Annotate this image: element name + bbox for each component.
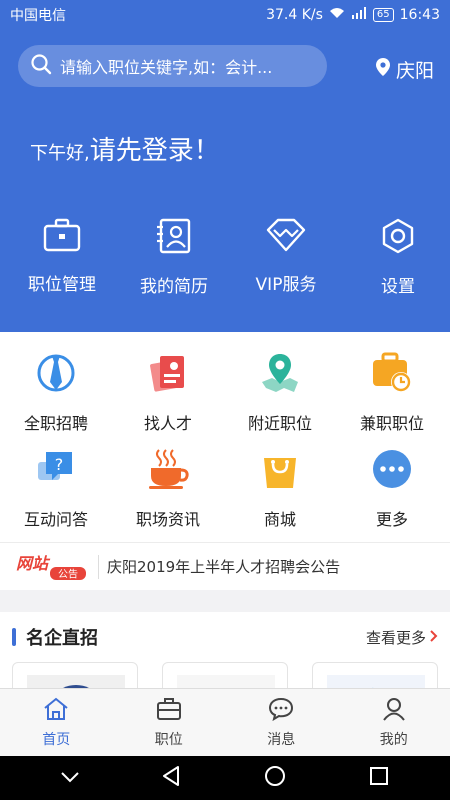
- diamond-icon: [266, 218, 306, 256]
- notice-tag-bottom: 公告: [58, 567, 78, 580]
- notice-divider: [98, 554, 99, 579]
- header-hero: 请输入职位关键字,如：会计... 庆阳 下午好, 请先登录！ 职位管理 我的简历: [0, 30, 450, 332]
- company-card[interactable]: [12, 662, 138, 688]
- chat-icon: [268, 697, 294, 725]
- map-pin-icon: [258, 352, 302, 398]
- tie-icon: [36, 352, 76, 398]
- qa-icon: ?: [36, 448, 76, 494]
- fulltime-jobs-button[interactable]: 全职招聘: [0, 352, 112, 434]
- tab-profile-label: 我的: [379, 732, 408, 748]
- bottom-tab-bar: 首页 职位 消息 我的: [0, 688, 450, 756]
- greeting-message: 请先登录！: [89, 136, 220, 166]
- vip-service-button[interactable]: VIP服务: [234, 218, 338, 297]
- my-resume-label: 我的简历: [140, 277, 208, 297]
- career-news-label: 职场资讯: [135, 510, 200, 529]
- carrier-label: 中国电信: [10, 8, 66, 24]
- clock: 16:43: [399, 7, 440, 23]
- find-talent-label: 找人才: [143, 414, 192, 433]
- recent-apps-icon[interactable]: [369, 766, 389, 790]
- more-icon: [371, 448, 413, 494]
- signal-icon: [351, 7, 367, 23]
- site-notice-badge: 网站 公告: [14, 553, 90, 581]
- resume-icon: [155, 218, 193, 258]
- status-bar: 中国电信 37.4 K/s 65 16:43: [0, 0, 450, 30]
- location-pin-icon: [375, 58, 390, 81]
- briefcase-icon: [156, 697, 182, 725]
- home-button-icon[interactable]: [264, 765, 286, 791]
- announcement-bar[interactable]: 网站 公告 庆阳2019年上半年人才招聘会公告: [0, 542, 450, 590]
- company-logo: [27, 675, 125, 688]
- nearby-jobs-label: 附近职位: [247, 414, 312, 433]
- section-accent-bar: [12, 628, 16, 646]
- person-icon: [381, 697, 407, 725]
- part-time-icon: [371, 352, 413, 398]
- tab-messages-label: 消息: [267, 732, 296, 748]
- company-card[interactable]: [312, 662, 438, 688]
- job-management-label: 职位管理: [28, 275, 96, 295]
- more-button[interactable]: 更多: [336, 448, 448, 530]
- nearby-jobs-button[interactable]: 附近职位: [224, 352, 336, 434]
- find-talent-button[interactable]: 找人才: [112, 352, 224, 434]
- company-logo: [177, 675, 275, 688]
- notice-text[interactable]: 庆阳2019年上半年人才招聘会公告: [107, 556, 340, 577]
- tab-profile[interactable]: 我的: [338, 689, 450, 756]
- more-label: 更多: [375, 510, 408, 529]
- companies-header: 名企直招 查看更多: [0, 612, 450, 662]
- network-speed: 37.4 K/s: [266, 7, 323, 23]
- notice-tag-top: 网站: [16, 554, 51, 573]
- feature-row-1: 全职招聘 找人才 附近职位 兼职职位: [0, 352, 450, 434]
- svg-text:?: ?: [55, 455, 64, 474]
- tab-jobs-label: 职位: [154, 732, 183, 748]
- job-management-button[interactable]: 职位管理: [10, 218, 114, 297]
- city-label: 庆阳: [395, 60, 434, 82]
- company-cards: [0, 662, 450, 688]
- tab-home[interactable]: 首页: [0, 689, 113, 756]
- greeting-prefix: 下午好,: [30, 143, 90, 164]
- fulltime-jobs-label: 全职招聘: [23, 414, 88, 433]
- view-more-label: 查看更多: [365, 628, 426, 647]
- view-more-link[interactable]: 查看更多: [366, 627, 438, 648]
- settings-label: 设置: [381, 277, 415, 297]
- tab-home-label: 首页: [42, 732, 71, 748]
- search-placeholder: 请输入职位关键字,如：会计...: [60, 58, 273, 77]
- company-card[interactable]: [162, 662, 288, 688]
- wifi-icon: [329, 7, 345, 23]
- feature-row-2: ? 互动问答 职场资讯 商城 更多: [0, 448, 450, 530]
- featured-companies-section: 名企直招 查看更多: [0, 612, 450, 688]
- my-resume-button[interactable]: 我的简历: [122, 218, 226, 297]
- login-greeting[interactable]: 下午好, 请先登录！: [30, 130, 220, 167]
- qa-button[interactable]: ? 互动问答: [0, 448, 112, 530]
- settings-button[interactable]: 设置: [346, 218, 450, 297]
- back-icon[interactable]: [162, 766, 182, 790]
- tab-jobs[interactable]: 职位: [113, 689, 226, 756]
- coffee-icon: [147, 448, 189, 494]
- system-navigation-bar: [0, 756, 450, 800]
- gear-icon: [379, 218, 417, 258]
- hero-actions: 职位管理 我的简历 VIP服务 设置: [0, 218, 450, 297]
- battery-indicator: 65: [372, 8, 394, 22]
- chevron-right-icon: [430, 628, 438, 646]
- search-icon: [30, 53, 52, 79]
- talent-card-icon: [148, 352, 188, 398]
- tab-messages[interactable]: 消息: [225, 689, 338, 756]
- city-selector[interactable]: 庆阳: [375, 56, 434, 83]
- shopping-bag-icon: [260, 448, 300, 494]
- feature-grid: 全职招聘 找人才 附近职位 兼职职位 ? 互动问答 职场资讯 商城 更多: [0, 332, 450, 542]
- briefcase-icon: [43, 218, 81, 256]
- search-input[interactable]: 请输入职位关键字,如：会计...: [18, 45, 327, 87]
- home-icon: [43, 697, 69, 725]
- mall-button[interactable]: 商城: [224, 448, 336, 530]
- parttime-jobs-button[interactable]: 兼职职位: [336, 352, 448, 434]
- mall-label: 商城: [263, 510, 296, 529]
- vip-service-label: VIP服务: [255, 275, 317, 295]
- hide-keyboard-icon[interactable]: [61, 769, 79, 788]
- career-news-button[interactable]: 职场资讯: [112, 448, 224, 530]
- company-logo: [327, 675, 425, 688]
- companies-title: 名企直招: [26, 628, 98, 649]
- qa-label: 互动问答: [23, 510, 88, 529]
- parttime-jobs-label: 兼职职位: [359, 414, 424, 433]
